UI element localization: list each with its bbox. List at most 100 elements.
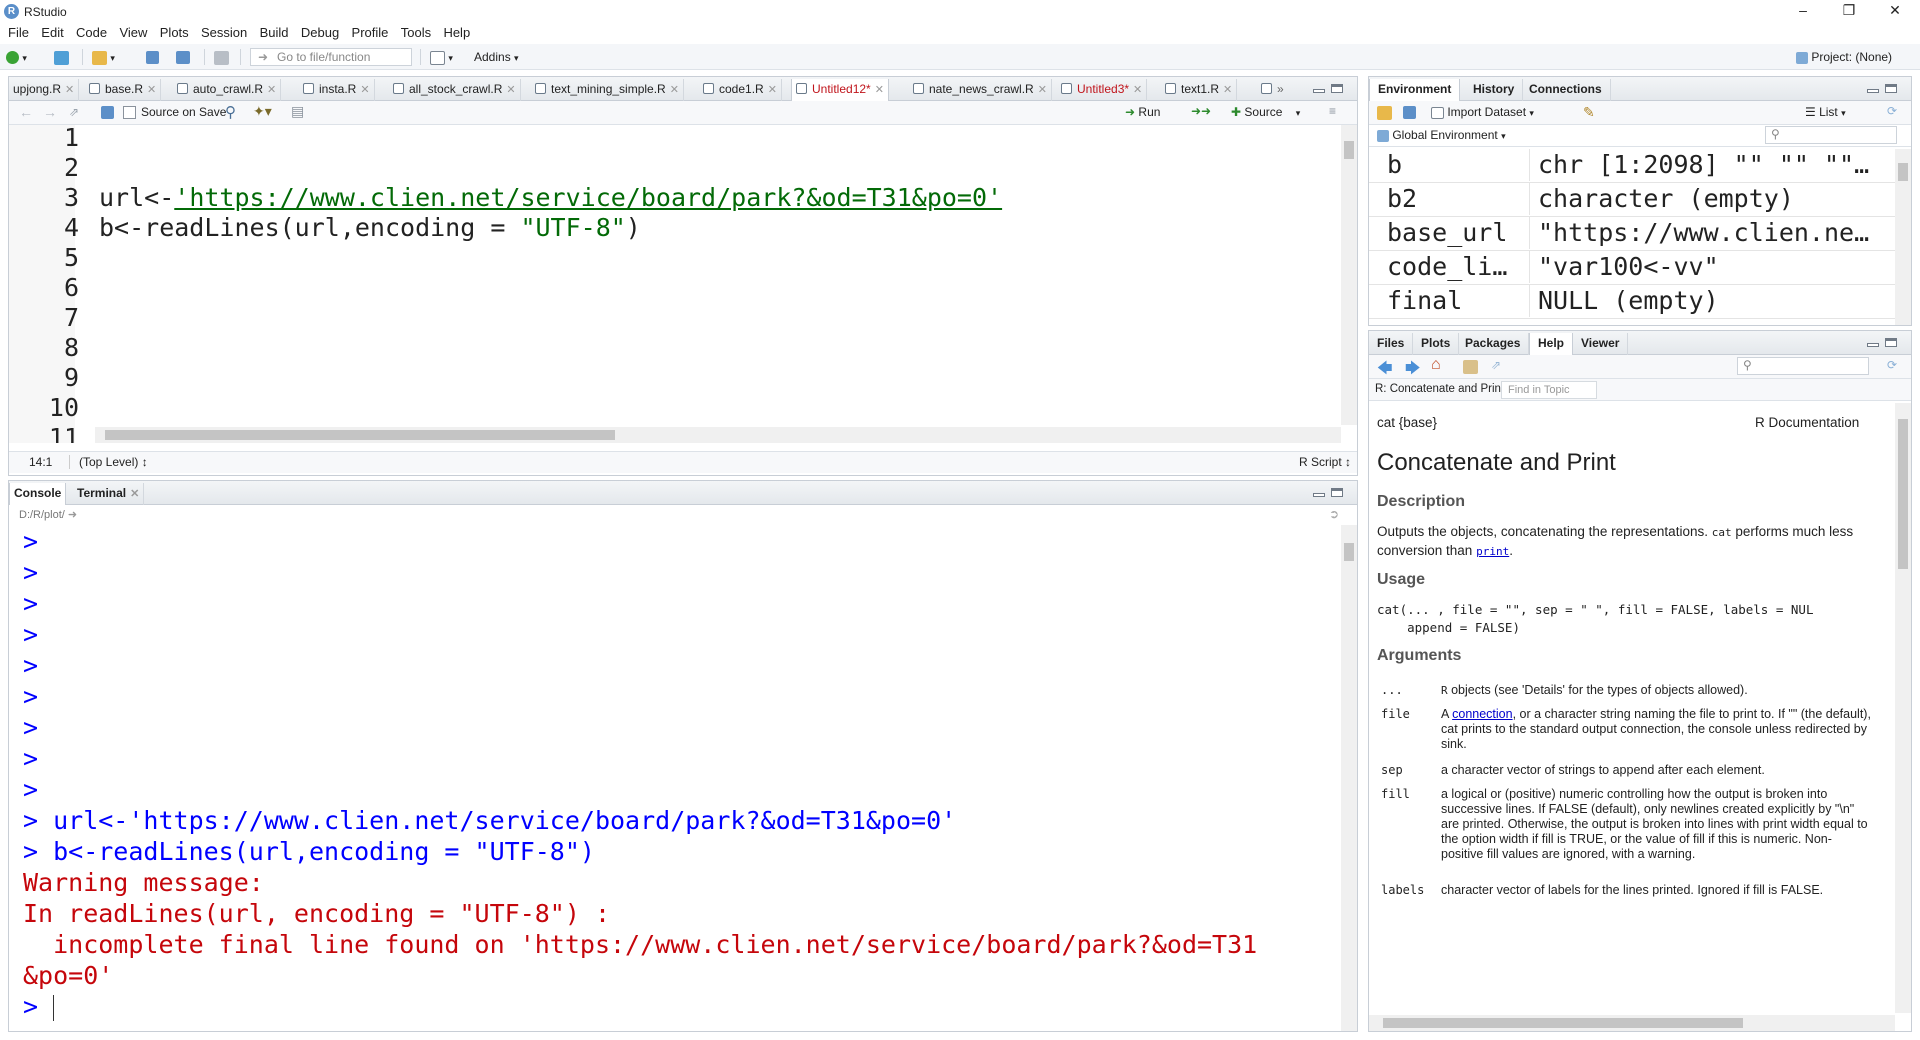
show-in-window-icon[interactable]: ⇗ <box>69 105 79 119</box>
menu-file[interactable]: File <box>8 24 29 42</box>
close-tab-icon[interactable]: ✕ <box>65 84 74 96</box>
rerun-button[interactable]: ➜➜ <box>1191 104 1211 118</box>
console-input-line[interactable]: > <box>23 992 55 1021</box>
tab-untitled12[interactable]: Untitled12* ✕ <box>791 79 889 102</box>
tab-history[interactable]: History <box>1465 79 1524 101</box>
find-in-topic-input[interactable]: Find in Topic <box>1501 381 1597 399</box>
env-row[interactable]: b chr [1:2098] "" "" ""… <box>1369 149 1899 183</box>
menu-debug[interactable]: Debug <box>301 24 339 42</box>
editor-vertical-scrollbar[interactable] <box>1341 125 1357 425</box>
document-outline-icon[interactable]: ≡ <box>1329 104 1336 118</box>
close-tab-icon[interactable]: ✕ <box>130 488 139 500</box>
environment-minmax-buttons[interactable] <box>1867 83 1901 97</box>
broom-icon[interactable]: ✎ <box>1583 104 1595 121</box>
tab-nate-news-crawl[interactable]: nate_news_crawl.R ✕ <box>909 79 1052 101</box>
close-tab-icon[interactable]: ✕ <box>267 84 276 96</box>
save-button[interactable] <box>146 48 159 66</box>
new-project-button[interactable] <box>54 48 69 66</box>
menu-help[interactable]: Help <box>443 24 470 42</box>
close-tab-icon[interactable]: ✕ <box>1223 84 1232 96</box>
run-button[interactable]: ➜ Run <box>1125 105 1160 119</box>
restore-button[interactable]: ❐ <box>1826 0 1872 22</box>
global-environment-select[interactable]: Global Environment ▾ <box>1377 128 1506 142</box>
close-tab-icon[interactable]: ✕ <box>506 84 515 96</box>
tab-base[interactable]: base.R ✕ <box>85 79 162 101</box>
search-icon[interactable]: ⚲ <box>225 103 236 121</box>
clear-console-icon[interactable]: ➲ <box>1329 507 1339 521</box>
console-minmax-buttons[interactable] <box>1313 487 1347 501</box>
menu-build[interactable]: Build <box>260 24 289 42</box>
env-row[interactable]: base_url "https://www.clien.ne… <box>1369 217 1899 251</box>
minimize-button[interactable]: – <box>1780 0 1826 22</box>
help-search-input[interactable]: ⚲ <box>1737 357 1869 375</box>
tab-text-mining-simple[interactable]: text_mining_simple.R ✕ <box>531 79 684 101</box>
source-button[interactable]: ✚ Source ▾ <box>1231 105 1300 119</box>
save-all-button[interactable] <box>176 48 190 66</box>
tab-auto-crawl[interactable]: auto_crawl.R ✕ <box>173 79 282 101</box>
show-in-window-icon[interactable]: ⇗ <box>1491 358 1501 372</box>
tab-plots[interactable]: Plots <box>1413 333 1460 355</box>
env-row[interactable]: b2 character (empty) <box>1369 183 1899 217</box>
code-area[interactable]: url<-'https://www.clien.net/service/boar… <box>75 125 1343 425</box>
tab-console[interactable]: Console <box>9 483 67 506</box>
tab-help[interactable]: Help <box>1529 333 1574 356</box>
env-row[interactable]: code_li… "var100<-vv" <box>1369 251 1899 285</box>
more-tabs-button[interactable]: » <box>1257 79 1288 101</box>
tab-upjong[interactable]: upjong.R ✕ <box>9 79 80 101</box>
workspace-panes-button[interactable]: ▾ <box>430 48 453 66</box>
file-type-selector[interactable]: R Script ↕ <box>1299 452 1351 472</box>
forward-arrow-icon[interactable]: → <box>43 104 57 120</box>
close-tab-icon[interactable]: ✕ <box>1133 84 1142 96</box>
menu-view[interactable]: View <box>119 24 147 42</box>
tab-insta[interactable]: insta.R ✕ <box>299 79 375 101</box>
save-workspace-icon[interactable] <box>1403 106 1416 119</box>
source-on-save-checkbox[interactable] <box>123 106 136 119</box>
close-tab-icon[interactable]: ✕ <box>768 84 777 96</box>
help-topic-select[interactable]: R: Concatenate and Print ▾ <box>1375 383 1512 395</box>
help-vertical-scrollbar[interactable] <box>1895 403 1911 1013</box>
editor-horizontal-scrollbar[interactable] <box>95 427 1341 443</box>
import-dataset-button[interactable]: Import Dataset ▾ <box>1431 105 1534 119</box>
environment-search-input[interactable]: ⚲ <box>1765 126 1897 144</box>
home-icon[interactable]: ⌂ <box>1431 356 1441 374</box>
close-tab-icon[interactable]: ✕ <box>670 84 679 96</box>
close-tab-icon[interactable]: ✕ <box>360 84 369 96</box>
tab-viewer[interactable]: Viewer <box>1573 333 1629 355</box>
project-menu[interactable]: Project: (None) <box>1796 48 1892 66</box>
scope-selector[interactable]: (Top Level) ↕ <box>79 452 148 472</box>
help-horizontal-scrollbar[interactable] <box>1369 1015 1895 1031</box>
menu-plots[interactable]: Plots <box>160 24 189 42</box>
tab-files[interactable]: Files <box>1369 333 1414 355</box>
refresh-icon[interactable]: ⟳ <box>1887 104 1897 118</box>
compile-report-icon[interactable]: ▤ <box>291 103 304 120</box>
menu-tools[interactable]: Tools <box>401 24 431 42</box>
tab-packages[interactable]: Packages <box>1457 333 1530 355</box>
print-button[interactable] <box>214 48 229 66</box>
console-vertical-scrollbar[interactable] <box>1341 525 1357 1031</box>
save-icon[interactable] <box>101 106 114 119</box>
new-file-button[interactable]: ▾ <box>6 48 27 66</box>
console-output[interactable]: > > > > > > > > > > url<-'https://www.cl… <box>9 527 1339 1031</box>
env-row[interactable]: final NULL (empty) <box>1369 285 1899 319</box>
help-minmax-buttons[interactable] <box>1867 337 1901 351</box>
print-link[interactable]: print <box>1476 545 1509 558</box>
close-tab-icon[interactable]: ✕ <box>147 84 156 96</box>
refresh-icon[interactable]: ⟳ <box>1887 358 1897 372</box>
tab-connections[interactable]: Connections <box>1521 79 1611 101</box>
view-mode-select[interactable]: ☰ List ▾ <box>1805 105 1846 119</box>
tab-untitled3[interactable]: Untitled3* ✕ <box>1057 79 1148 101</box>
menu-edit[interactable]: Edit <box>41 24 63 42</box>
editor-minmax-buttons[interactable] <box>1313 83 1347 97</box>
tab-all-stock-crawl[interactable]: all_stock_crawl.R ✕ <box>389 79 521 101</box>
connection-link[interactable]: connection <box>1452 707 1512 721</box>
tab-terminal[interactable]: Terminal ✕ <box>73 483 145 505</box>
menu-session[interactable]: Session <box>201 24 247 42</box>
open-file-button[interactable]: ▾ <box>92 48 115 66</box>
back-arrow-icon[interactable]: ← <box>19 104 33 120</box>
tab-code1[interactable]: code1.R ✕ <box>699 79 782 101</box>
close-tab-icon[interactable]: ✕ <box>875 84 884 96</box>
tab-text1[interactable]: text1.R ✕ <box>1161 79 1238 101</box>
addins-menu[interactable]: Addins ▾ <box>474 48 519 66</box>
load-workspace-icon[interactable] <box>1377 106 1392 120</box>
tab-environment[interactable]: Environment <box>1369 79 1461 102</box>
